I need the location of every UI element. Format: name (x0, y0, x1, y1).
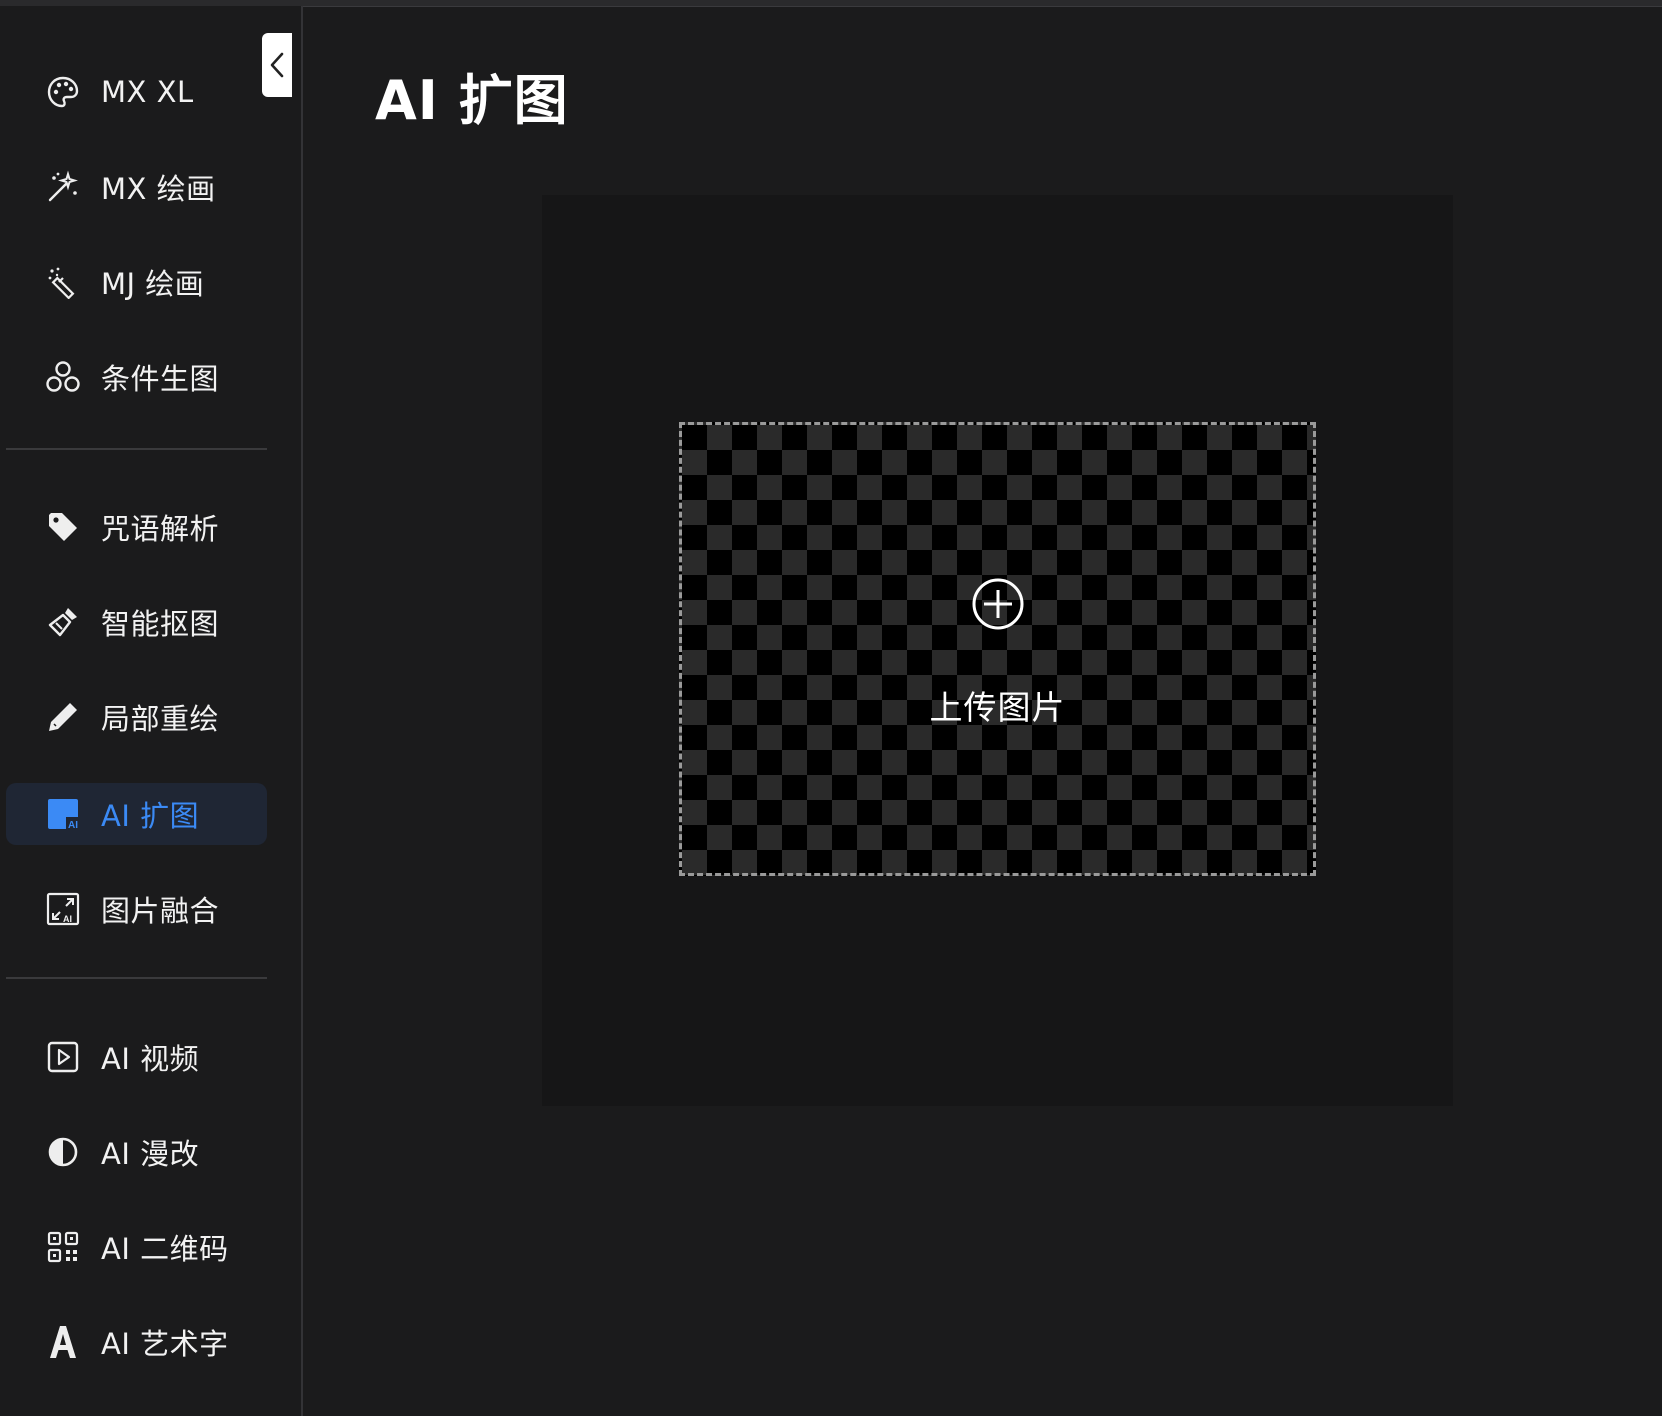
sidebar-divider (6, 448, 267, 450)
sidebar-item-label: AI 视频 (101, 1042, 200, 1076)
sidebar-item-image-merge[interactable]: AI 图片融合 (6, 878, 267, 940)
video-play-icon (44, 1038, 82, 1076)
chevron-left-icon (270, 52, 284, 78)
ai-merge-icon: AI (44, 890, 82, 928)
sidebar-item-conditional[interactable]: 条件生图 (6, 346, 267, 408)
sidebar-divider (6, 977, 267, 979)
magic-wand-icon (44, 263, 82, 301)
sidebar-item-label: AI 扩图 (101, 799, 200, 833)
palette-icon (44, 73, 82, 111)
sidebar-item-label: 局部重绘 (101, 702, 220, 736)
sidebar-item-prompt-analysis[interactable]: 咒语解析 (6, 496, 267, 558)
sidebar-item-label: MX XL (101, 75, 194, 109)
sidebar-item-label: AI 二维码 (101, 1232, 229, 1266)
sidebar-item-ai-expand[interactable]: AI AI 扩图 (6, 783, 267, 845)
three-circles-icon (44, 358, 82, 396)
qr-code-icon (44, 1228, 82, 1266)
sidebar: MX XL MX 绘画 MJ 绘画 条件生图 咒语解析 智能抠图 局部重绘 AI… (0, 6, 303, 1416)
tag-icon (44, 508, 82, 546)
magic-sparkle-icon (44, 168, 82, 206)
sidebar-item-label: AI 漫改 (101, 1137, 200, 1171)
svg-text:AI: AI (68, 820, 78, 831)
sidebar-item-label: 咒语解析 (101, 512, 220, 546)
pencil-icon (44, 698, 82, 736)
eraser-brush-icon (44, 603, 82, 641)
upload-image-dropzone[interactable]: 上传图片 (679, 422, 1316, 876)
sidebar-item-label: 智能抠图 (101, 607, 220, 641)
letter-a-icon (44, 1323, 82, 1361)
sidebar-item-mj-draw[interactable]: MJ 绘画 (6, 251, 267, 313)
sidebar-item-label: MX 绘画 (101, 172, 216, 206)
ai-expand-icon: AI (44, 795, 82, 833)
half-circle-icon (44, 1133, 82, 1171)
sidebar-item-label: MJ 绘画 (101, 267, 205, 301)
sidebar-item-label: 条件生图 (101, 362, 220, 396)
sidebar-item-ai-art-text[interactable]: AI 艺术字 (6, 1311, 267, 1373)
sidebar-item-ai-comic[interactable]: AI 漫改 (6, 1121, 267, 1183)
sidebar-item-ai-qrcode[interactable]: AI 二维码 (6, 1216, 267, 1278)
sidebar-item-inpaint[interactable]: 局部重绘 (6, 686, 267, 748)
sidebar-item-mx-draw[interactable]: MX 绘画 (6, 156, 267, 218)
sidebar-item-smart-cutout[interactable]: 智能抠图 (6, 591, 267, 653)
sidebar-item-mx-xl[interactable]: MX XL (6, 61, 267, 123)
page-title: AI 扩图 (375, 69, 569, 132)
sidebar-item-ai-video[interactable]: AI 视频 (6, 1026, 267, 1088)
sidebar-item-label: AI 艺术字 (101, 1327, 229, 1361)
sidebar-item-label: 图片融合 (101, 894, 220, 928)
svg-text:AI: AI (63, 914, 72, 924)
upload-label: 上传图片 (929, 688, 1066, 727)
plus-circle-icon (972, 578, 1024, 630)
